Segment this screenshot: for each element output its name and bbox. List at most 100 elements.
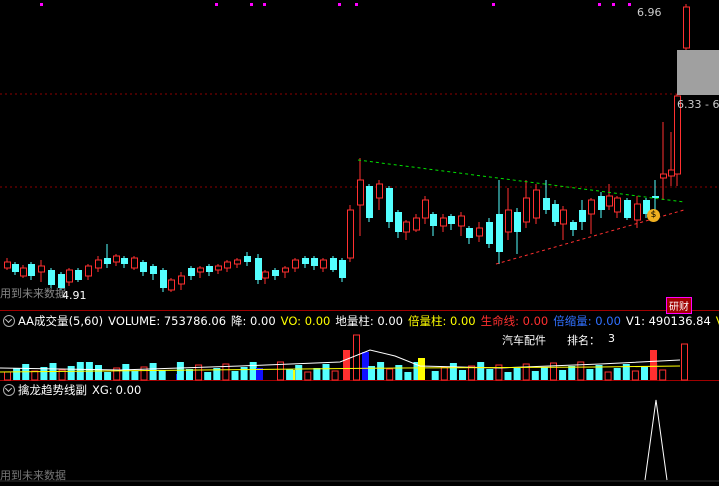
marker: [215, 3, 218, 6]
volume-panel[interactable]: 汽车配件 排名： 3: [0, 312, 719, 382]
money-bag-icon[interactable]: $: [647, 209, 660, 222]
volume-bar: [158, 370, 166, 380]
candle-body: [292, 259, 299, 269]
candle-body: [579, 210, 586, 222]
candle-body: [206, 266, 213, 272]
volume-bar: [404, 372, 412, 380]
indicator-chart[interactable]: [0, 382, 719, 482]
candle-body: [366, 186, 373, 218]
candle-body: [552, 204, 559, 222]
volume-bar: [431, 371, 439, 380]
volume-bar: [249, 362, 257, 380]
volume-bar: [131, 371, 139, 380]
candle-body: [514, 212, 521, 232]
volume-bar: [67, 366, 75, 380]
candle-body: [560, 209, 567, 225]
marker: [338, 3, 341, 6]
volume-bar: [204, 372, 212, 380]
volume-bar: [313, 368, 321, 380]
volume-bar: [477, 362, 485, 380]
price-range-box: [677, 50, 719, 95]
candle-body: [95, 259, 102, 269]
volume-bar: [386, 368, 394, 381]
candle-body: [634, 203, 641, 221]
marker: [628, 3, 631, 6]
candle-body: [188, 268, 195, 276]
candle-body: [448, 216, 455, 224]
candle-body: [311, 258, 318, 266]
volume-bar: [659, 369, 667, 381]
candle-body: [440, 217, 447, 227]
volume-bar: [343, 350, 350, 380]
volume-bar: [377, 362, 385, 380]
volume-bar: [568, 366, 576, 380]
high-price-label: 6.96: [637, 6, 662, 19]
candle-body: [347, 209, 354, 259]
sector-name: 汽车配件: [502, 334, 546, 347]
candle-body: [215, 265, 222, 271]
candle-body: [458, 215, 465, 227]
candle-body: [224, 261, 231, 269]
volume-bar: [4, 371, 11, 381]
volume-bar: [586, 369, 594, 380]
volume-bar: [353, 334, 360, 381]
candle-body: [302, 258, 309, 264]
candle-body: [12, 264, 19, 272]
volume-bar: [531, 371, 539, 380]
indicator-panel[interactable]: 用到未来数据: [0, 382, 719, 482]
marker: [612, 3, 615, 6]
marker: [492, 3, 495, 6]
candle-body: [660, 173, 667, 179]
candle-body: [422, 199, 429, 219]
volume-bar: [540, 367, 548, 380]
xg-signal-line: [644, 399, 668, 481]
candle-body: [140, 262, 147, 272]
candle-body: [104, 258, 111, 264]
volume-bar: [149, 363, 157, 380]
candle-body: [376, 183, 383, 199]
volume-bar: [681, 343, 688, 381]
volume-chart[interactable]: [0, 312, 719, 382]
volume-bar: [449, 363, 457, 380]
volume-bar: [95, 365, 102, 380]
volume-bar: [295, 365, 303, 380]
future-data-label: 用到未来数据: [0, 469, 66, 482]
volume-bar: [322, 364, 330, 380]
candle-body: [160, 270, 167, 288]
volume-bar: [331, 370, 339, 381]
candle-body: [262, 271, 269, 279]
volume-bar: [604, 371, 612, 381]
marker: [355, 3, 358, 6]
candle-body: [496, 214, 503, 252]
candle-body: [244, 256, 251, 262]
candle-body: [430, 214, 437, 226]
candle-body: [413, 217, 420, 231]
candle-body: [28, 264, 35, 276]
volume-bar: [395, 365, 403, 380]
rank-value: 3: [608, 332, 615, 345]
candle-body: [234, 259, 241, 265]
candle-body: [197, 267, 204, 273]
candle-body: [121, 258, 128, 264]
candle-body: [570, 222, 577, 230]
volume-bar: [504, 372, 512, 380]
volume-bar: [186, 369, 193, 380]
candle-body: [533, 189, 540, 219]
volume-bar: [362, 352, 369, 380]
volume-bar: [304, 371, 312, 381]
candle-body: [403, 221, 410, 233]
candle-body: [38, 265, 45, 273]
price-kline-panel[interactable]: [0, 0, 719, 312]
candle-body: [395, 212, 402, 232]
volume-bar: [418, 358, 425, 380]
volume-bar: [176, 362, 184, 380]
marker: [598, 3, 601, 6]
news-badge[interactable]: 研财: [666, 297, 692, 314]
rank-label: 排名：: [567, 334, 600, 347]
candle-body: [598, 196, 605, 210]
volume-bar: [286, 369, 294, 380]
candle-body: [486, 222, 493, 244]
kline-chart[interactable]: [0, 0, 719, 312]
future-data-label: 用到未来数据: [0, 287, 66, 300]
candle-body: [386, 188, 393, 222]
